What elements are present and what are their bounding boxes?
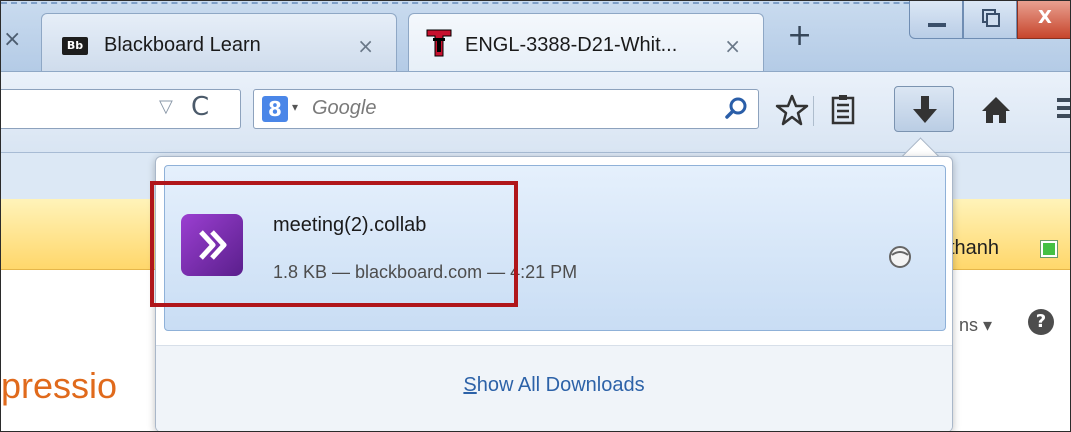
tab-close-icon[interactable]: × xyxy=(357,34,374,58)
show-all-label: how All Downloads xyxy=(476,374,645,396)
blackboard-favicon-icon: Bb xyxy=(62,37,88,55)
history-dropdown-icon[interactable]: ▽ xyxy=(159,96,173,117)
bookmarks-menu-icon[interactable] xyxy=(826,93,860,127)
downloads-button[interactable] xyxy=(894,86,954,132)
options-dropdown[interactable]: ns ▾ xyxy=(959,315,992,336)
open-file-icon[interactable] xyxy=(887,244,913,270)
url-bar[interactable]: ▽ C xyxy=(1,89,241,129)
menu-icon[interactable] xyxy=(1057,98,1070,120)
tab-close-icon[interactable]: × xyxy=(3,27,21,52)
tab-title: Blackboard Learn xyxy=(104,34,261,56)
annotation-highlight-box xyxy=(150,181,518,307)
texas-tech-favicon-icon xyxy=(426,29,452,57)
search-bar[interactable]: 8 ▾ Google xyxy=(253,89,759,129)
search-engine-dropdown-icon[interactable]: ▾ xyxy=(292,100,298,114)
search-icon[interactable] xyxy=(724,96,748,120)
bookmark-star-icon[interactable] xyxy=(775,93,809,127)
tab-close-icon[interactable]: × xyxy=(724,34,741,58)
tab-engl-course[interactable]: ENGL-3388-D21-Whit... × xyxy=(408,13,764,71)
toolbar-separator xyxy=(813,96,814,126)
google-search-engine-icon[interactable]: 8 xyxy=(262,96,288,122)
browser-window: × Bb Blackboard Learn × ENGL-3388-D21-Wh… xyxy=(0,0,1071,432)
tab-title: ENGL-3388-D21-Whit... xyxy=(465,34,678,56)
restore-button[interactable] xyxy=(963,1,1017,39)
minimize-button[interactable] xyxy=(909,1,963,39)
window-controls: X xyxy=(909,1,1070,41)
restore-icon-back xyxy=(986,13,1000,27)
online-status-icon xyxy=(1041,241,1057,257)
download-arrow-icon xyxy=(913,96,937,123)
new-tab-button[interactable]: + xyxy=(787,21,812,51)
reload-icon[interactable]: C xyxy=(191,92,209,122)
home-icon[interactable] xyxy=(979,93,1013,127)
nav-toolbar: ▽ C 8 ▾ Google xyxy=(1,72,1070,153)
show-all-downloads-link[interactable]: Show All Downloads xyxy=(156,374,952,397)
tab-blackboard-learn[interactable]: Bb Blackboard Learn × xyxy=(41,13,397,71)
user-name[interactable]: thanh xyxy=(949,237,999,260)
tab-strip: × Bb Blackboard Learn × ENGL-3388-D21-Wh… xyxy=(1,1,1070,72)
page-heading: pressio xyxy=(1,365,118,406)
panel-footer: Show All Downloads xyxy=(156,345,952,431)
search-input[interactable]: Google xyxy=(312,97,377,120)
show-all-accesskey: S xyxy=(463,374,477,396)
help-icon[interactable]: ? xyxy=(1028,309,1054,335)
minimize-icon xyxy=(928,23,946,27)
close-window-button[interactable]: X xyxy=(1017,1,1070,39)
